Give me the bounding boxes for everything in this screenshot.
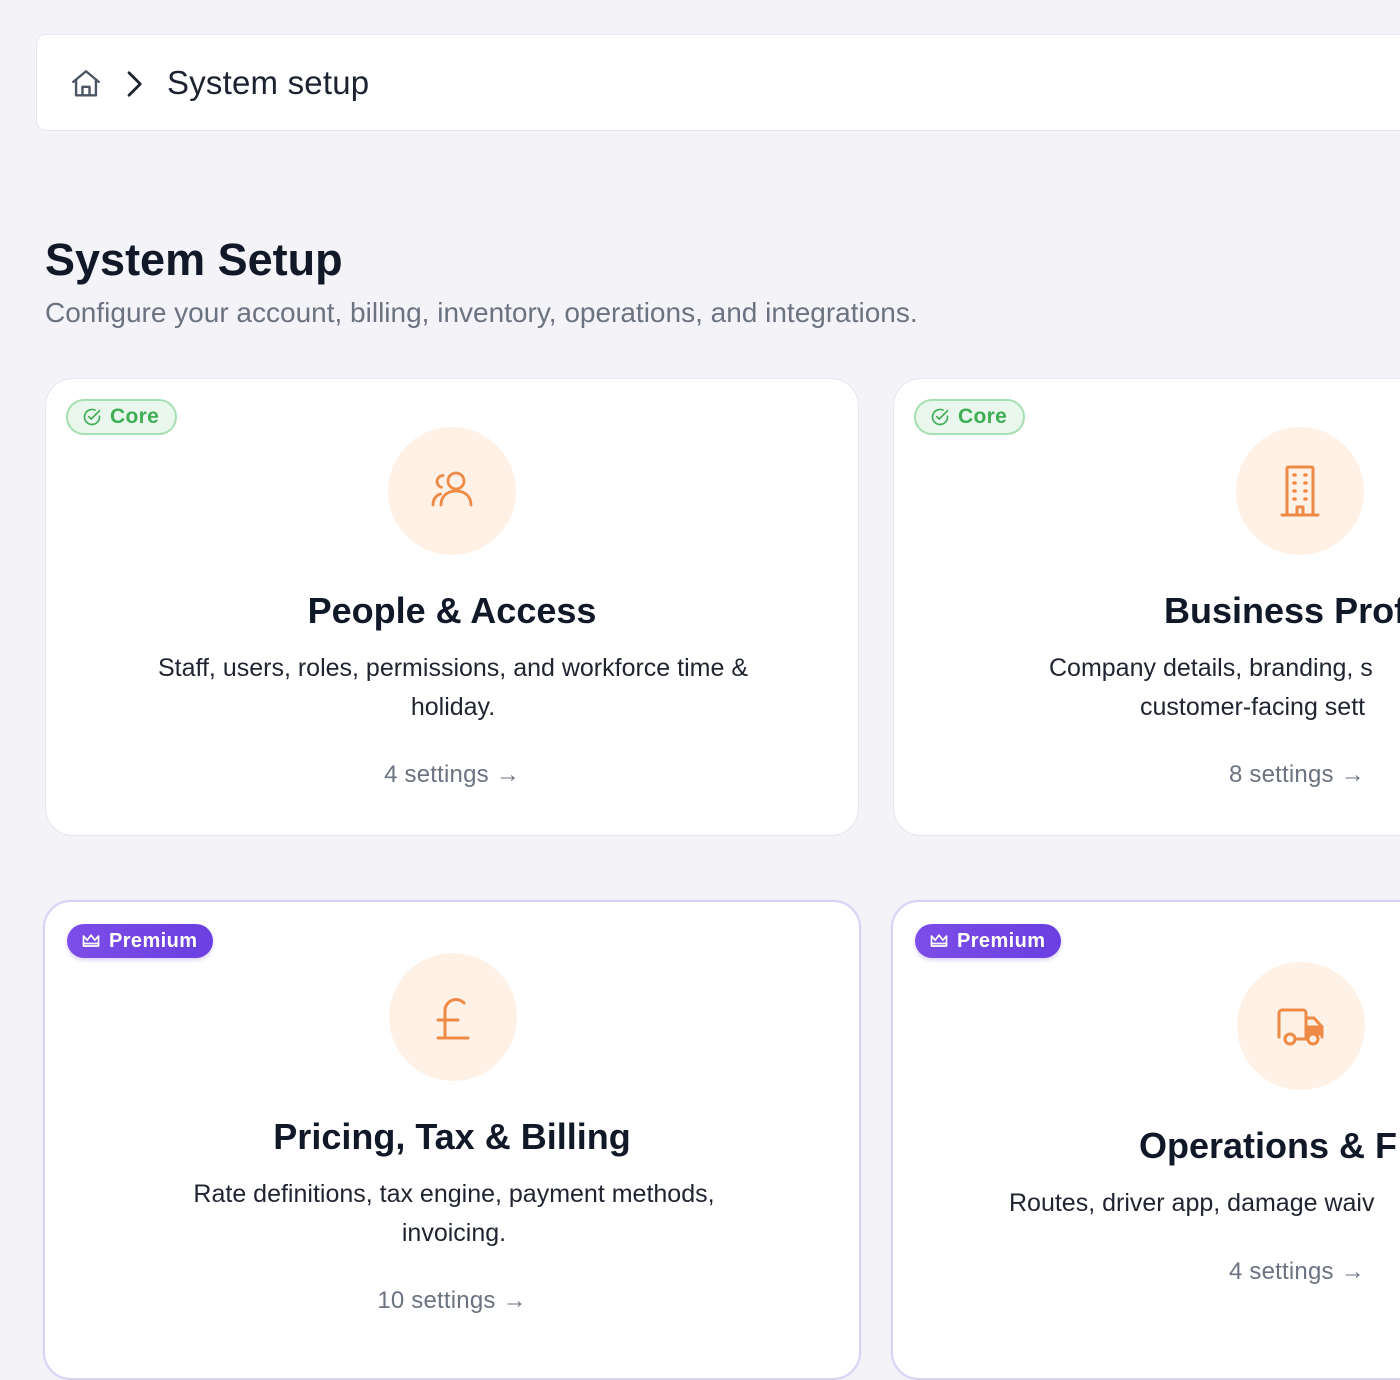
card-description: Rate definitions, tax engine, payment me… xyxy=(193,1180,715,1247)
pound-icon xyxy=(436,998,470,1040)
card-description: Staff, users, roles, permissions, and wo… xyxy=(157,654,749,721)
badge-label: Premium xyxy=(957,929,1046,952)
breadcrumb: System setup xyxy=(36,34,1400,131)
card-business-profile[interactable]: Core Business Profi Company details, bra… xyxy=(893,378,1400,836)
check-circle-icon xyxy=(931,408,949,426)
icon-circle xyxy=(389,953,517,1081)
premium-badge: Premium xyxy=(67,924,214,958)
users-icon xyxy=(431,471,473,507)
breadcrumb-current: System setup xyxy=(167,64,370,101)
icon-circle xyxy=(388,427,516,555)
check-circle-icon xyxy=(83,408,101,426)
card-description: Routes, driver app, damage waiv xyxy=(1009,1189,1375,1217)
settings-link[interactable]: 8 settings → xyxy=(1229,759,1365,791)
core-badge: Core xyxy=(66,399,178,435)
card-title: People & Access xyxy=(307,590,597,631)
crown-icon xyxy=(930,934,948,947)
building-icon xyxy=(1280,465,1320,517)
card-description-line: Company details, branding, s xyxy=(1049,654,1373,682)
card-title: Business Profi xyxy=(1164,590,1400,631)
chevron-right-icon xyxy=(127,71,142,97)
core-badge: Core xyxy=(914,399,1026,435)
truck-icon xyxy=(1277,1008,1324,1046)
home-icon[interactable] xyxy=(69,67,103,101)
badge-label: Premium xyxy=(109,929,198,952)
badge-label: Core xyxy=(958,405,1008,428)
card-pricing-tax-billing[interactable]: Premium Pricing, Tax & Billing Rate defi… xyxy=(43,900,861,1380)
settings-link[interactable]: 4 settings → xyxy=(46,759,858,791)
page-subtitle: Configure your account, billing, invento… xyxy=(45,297,918,328)
crown-icon xyxy=(82,934,100,947)
card-people-access[interactable]: Core People & Access Staff, users, roles… xyxy=(45,378,859,836)
icon-circle xyxy=(1236,427,1364,555)
card-description: Company details, branding, s customer-fa… xyxy=(1049,649,1400,727)
page-title: System Setup xyxy=(45,234,343,285)
card-title: Operations & F xyxy=(1139,1125,1398,1166)
settings-link[interactable]: 4 settings → xyxy=(1229,1256,1365,1288)
card-operations[interactable]: Premium Operations & F Routes, driver ap… xyxy=(891,900,1400,1380)
premium-badge: Premium xyxy=(915,924,1062,958)
card-title: Pricing, Tax & Billing xyxy=(273,1116,631,1157)
settings-link[interactable]: 10 settings → xyxy=(45,1285,859,1317)
badge-label: Core xyxy=(110,405,160,428)
icon-circle xyxy=(1237,962,1365,1090)
card-description-line: customer-facing sett xyxy=(1140,693,1366,721)
